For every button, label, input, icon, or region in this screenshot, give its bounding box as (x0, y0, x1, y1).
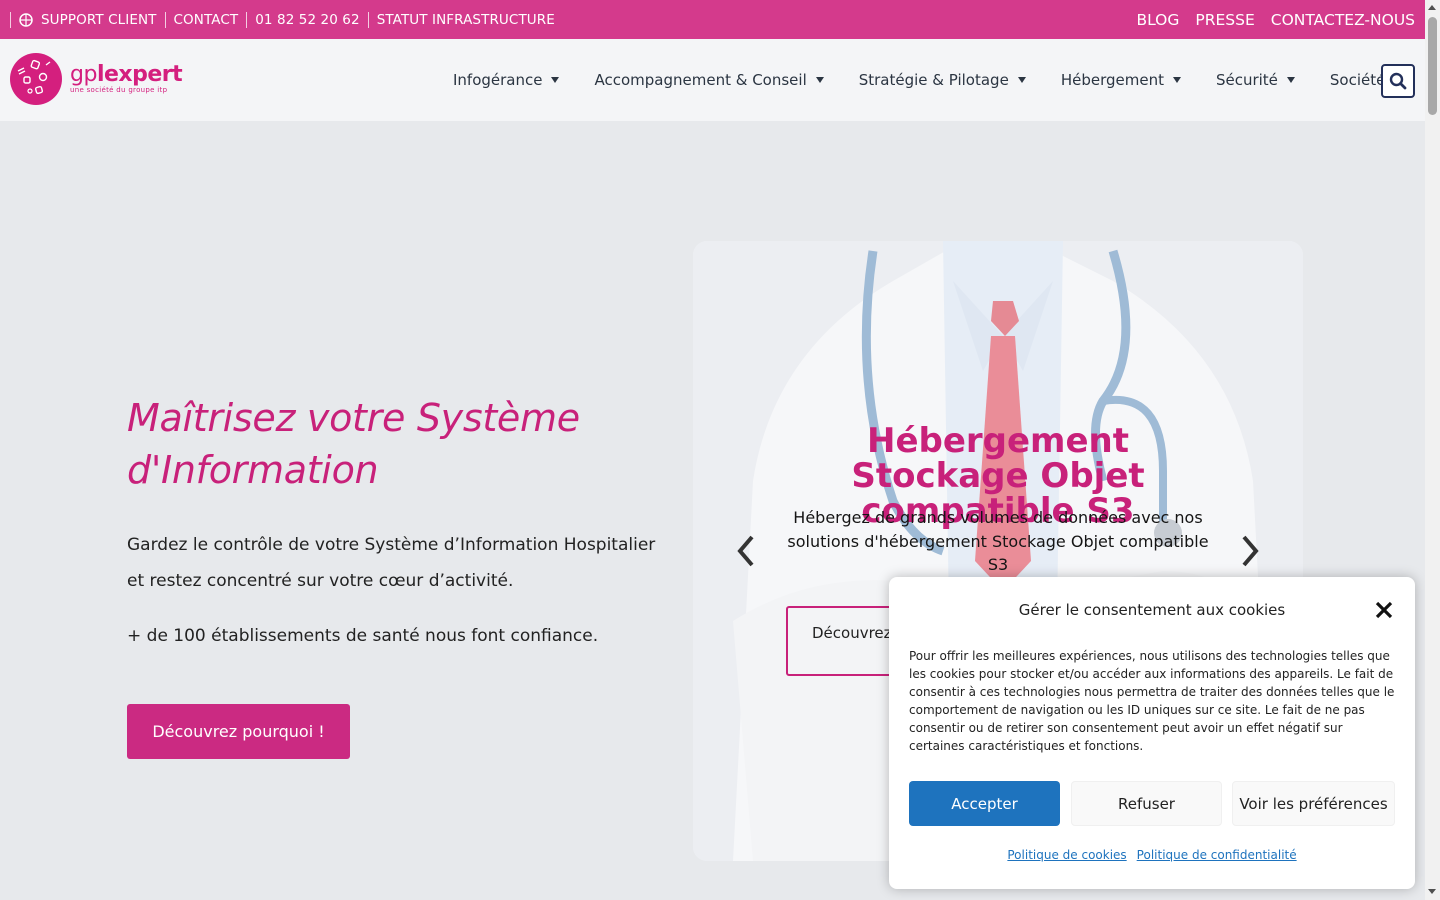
hero-title: Maîtrisez votre Système d'Information (127, 396, 580, 492)
caret-down-icon (1017, 77, 1026, 83)
cookie-close-button[interactable] (1373, 599, 1395, 621)
press-link[interactable]: PRESSE (1195, 11, 1254, 29)
site-logo[interactable]: gplexpert une société du groupe itp (10, 53, 183, 105)
page-scrollbar[interactable] (1425, 0, 1440, 900)
nav-item-securite[interactable]: Sécurité (1216, 71, 1295, 89)
nav-item-accompagnement-conseil[interactable]: Accompagnement & Conseil (594, 71, 824, 89)
nav-item-label: Infogérance (453, 71, 543, 89)
phone-link[interactable]: 01 82 52 20 62 (246, 11, 367, 28)
status-infrastructure-link[interactable]: STATUT INFRASTRUCTURE (367, 11, 563, 28)
nav-item-label: Hébergement (1060, 71, 1164, 89)
top-bar-left: SUPPORT CLIENT CONTACT 01 82 52 20 62 ST… (10, 11, 563, 28)
blog-link[interactable]: BLOG (1136, 11, 1179, 29)
hero-description: Gardez le contrôle de votre Système d’In… (127, 535, 656, 591)
logo-word-light: gp (70, 62, 97, 87)
scroll-down-arrow-icon[interactable] (1428, 889, 1436, 894)
privacy-policy-link[interactable]: Politique de confidentialité (1137, 848, 1297, 862)
main-nav: Infogérance Accompagnement & Conseil Str… (453, 39, 1437, 121)
logo-tagline: une société du groupe itp (70, 86, 168, 94)
caret-down-icon (551, 77, 560, 83)
support-client-link[interactable]: SUPPORT CLIENT (10, 11, 165, 28)
cookie-dialog-text: Pour offrir les meilleures expériences, … (909, 649, 1395, 753)
top-bar: SUPPORT CLIENT CONTACT 01 82 52 20 62 ST… (0, 0, 1425, 39)
chevron-right-icon (1242, 535, 1259, 567)
cookie-policy-links: Politique de cookies Politique de confid… (889, 848, 1415, 862)
slider-next-button[interactable] (1235, 531, 1265, 571)
view-preferences-button[interactable]: Voir les préférences (1232, 781, 1395, 826)
nav-item-label: Sécurité (1215, 71, 1278, 89)
nav-item-hebergement[interactable]: Hébergement (1061, 71, 1181, 89)
nav-item-strategie-pilotage[interactable]: Stratégie & Pilotage (859, 71, 1026, 89)
nav-item-label: Accompagnement & Conseil (594, 71, 807, 89)
slide-subtitle: Hébergez de grands volumes de données av… (787, 508, 1209, 574)
contact-us-link[interactable]: CONTACTEZ-NOUS (1271, 11, 1415, 29)
refuse-cookies-button[interactable]: Refuser (1071, 781, 1222, 826)
hero-trust-statement: + de 100 établissements de santé nous fo… (127, 626, 599, 646)
cookie-dialog-title: Gérer le consentement aux cookies (1018, 601, 1286, 619)
top-bar-right: BLOG PRESSE CONTACTEZ-NOUS (1120, 11, 1415, 29)
slider-prev-button[interactable] (731, 531, 761, 571)
chevron-left-icon (737, 535, 754, 567)
scrollbar-thumb[interactable] (1428, 17, 1437, 115)
logo-mark-icon (17, 59, 51, 95)
contact-link[interactable]: CONTACT (164, 11, 247, 28)
nav-item-infogerance[interactable]: Infogérance (453, 71, 560, 89)
accept-cookies-button[interactable]: Accepter (909, 781, 1060, 826)
nav-item-label: Stratégie & Pilotage (858, 71, 1009, 89)
logo-mark (10, 53, 62, 105)
globe-icon (19, 12, 33, 27)
cookie-policy-link[interactable]: Politique de cookies (1007, 848, 1126, 862)
logo-word-bold: lexpert (96, 62, 183, 87)
search-button[interactable] (1381, 64, 1415, 98)
logo-wordmark: gplexpert une société du groupe itp (70, 62, 183, 95)
discover-why-button[interactable]: Découvrez pourquoi ! (127, 704, 350, 759)
search-icon (1389, 72, 1407, 90)
close-icon (1375, 601, 1393, 619)
scroll-up-arrow-icon[interactable] (1428, 5, 1436, 10)
site-header: gplexpert une société du groupe itp Info… (0, 39, 1425, 121)
caret-down-icon (1172, 77, 1181, 83)
caret-down-icon (1286, 77, 1295, 83)
support-client-label: SUPPORT CLIENT (41, 11, 157, 28)
cookie-consent-dialog: Gérer le consentement aux cookies Pour o… (889, 577, 1415, 889)
caret-down-icon (815, 77, 824, 83)
nav-item-label: Société (1329, 71, 1386, 89)
